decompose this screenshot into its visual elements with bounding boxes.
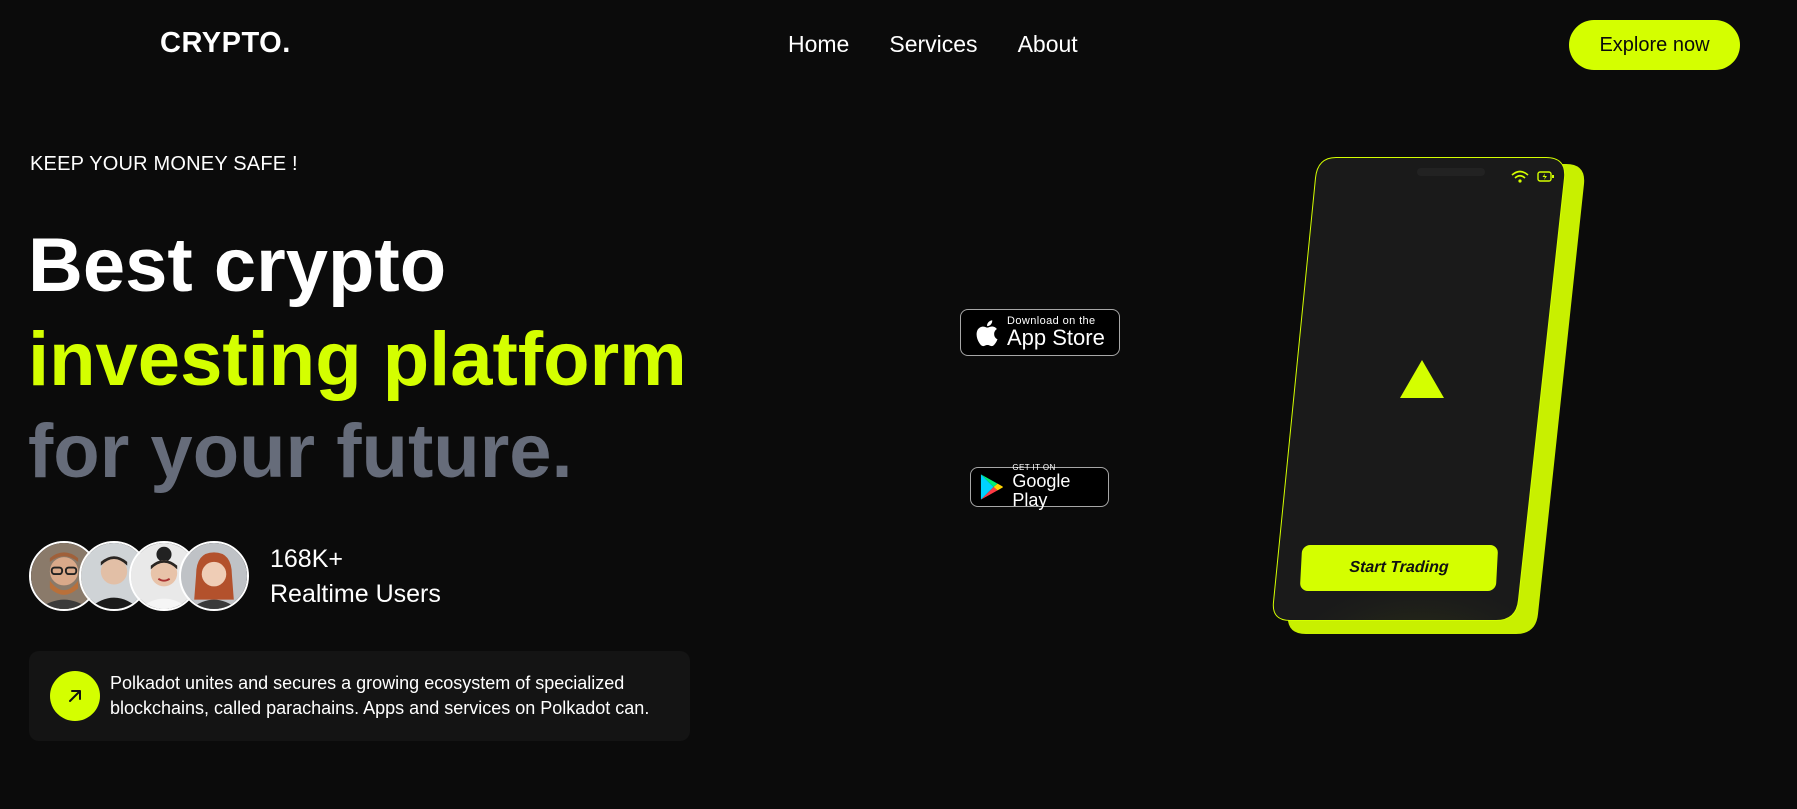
nav-about[interactable]: About <box>1018 31 1078 58</box>
explore-now-button[interactable]: Explore now <box>1569 20 1740 70</box>
nav-services[interactable]: Services <box>889 31 977 58</box>
avatar <box>179 541 249 611</box>
headline-line-3: for your future. <box>28 409 573 494</box>
google-play-icon <box>980 474 1003 500</box>
user-avatars <box>29 541 251 611</box>
headline-line-2: investing platform <box>28 317 687 402</box>
hero-eyebrow: KEEP YOUR MONEY SAFE ! <box>30 153 298 175</box>
site-logo[interactable]: CRYPTO. <box>160 27 291 60</box>
app-store-badge[interactable]: Download on the App Store <box>960 309 1120 356</box>
nav-home[interactable]: Home <box>788 31 849 58</box>
google-play-big-text: Google Play <box>1012 471 1071 510</box>
start-trading-button[interactable]: Start Trading <box>1299 545 1499 591</box>
info-card: Polkadot unites and secures a growing ec… <box>29 651 690 741</box>
users-label: Realtime Users <box>270 580 441 608</box>
main-nav: Home Services About <box>788 31 1078 58</box>
app-store-big-text: App Store <box>1007 325 1105 350</box>
google-play-badge[interactable]: GET IT ON Google Play <box>970 464 1109 510</box>
info-text: Polkadot unites and secures a growing ec… <box>110 673 650 718</box>
arrow-button[interactable] <box>50 671 100 721</box>
users-count: 168K+ <box>270 545 343 573</box>
headline-line-1: Best crypto <box>28 223 447 308</box>
landing-page: CRYPTO. Home Services About Explore now … <box>0 0 1797 809</box>
arrow-up-right-icon <box>69 690 81 702</box>
apple-icon <box>976 319 998 346</box>
